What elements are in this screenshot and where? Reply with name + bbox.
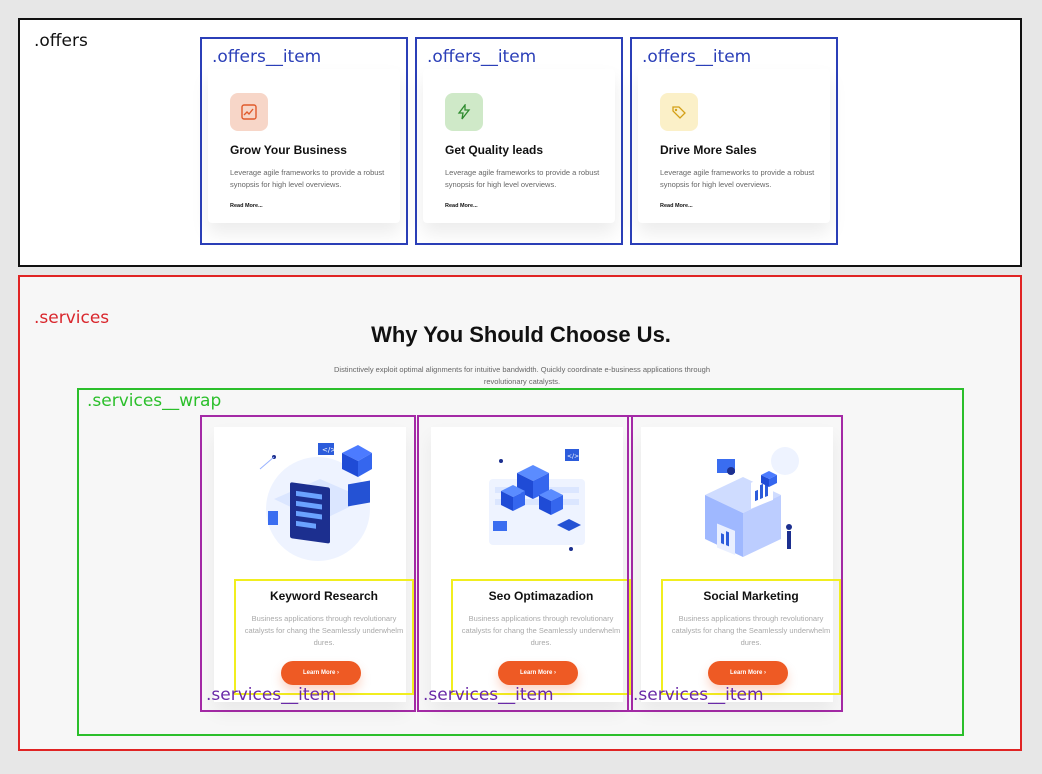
- service-title: Social Marketing: [703, 589, 799, 603]
- offers-item-annotation: .offers__item: [427, 47, 537, 67]
- offers-item: .offers__item Grow Your Business Leverag…: [200, 37, 408, 245]
- offer-title: Grow Your Business: [230, 143, 347, 157]
- seo-illustration: </>: [489, 449, 585, 551]
- services-title: Why You Should Choose Us.: [371, 322, 671, 347]
- offer-title: Drive More Sales: [660, 143, 757, 157]
- svg-text:</>: </>: [322, 446, 336, 454]
- offers-item: .offers__item Drive More Sales Leverage …: [630, 37, 838, 245]
- tag-icon: [660, 93, 698, 131]
- offers-item-annotation: .offers__item: [212, 47, 322, 67]
- service-description: Business applications through revolution…: [244, 614, 404, 647]
- offers-annotation: .offers: [34, 31, 88, 51]
- services-item: </> Seo Optimazadion Business applicatio…: [417, 415, 633, 712]
- services-item-annotation: .services__item: [633, 685, 764, 705]
- service-content: Keyword Research Business applications t…: [234, 579, 414, 695]
- read-more-link[interactable]: Read More...: [660, 203, 693, 209]
- services-item: Social Marketing Business applications t…: [627, 415, 843, 712]
- services-subtitle: Distinctively exploit optimal alignments…: [333, 365, 711, 386]
- service-description: Business applications through revolution…: [671, 614, 831, 647]
- offer-description: Leverage agile frameworks to provide a r…: [230, 168, 385, 189]
- service-description: Business applications through revolution…: [461, 614, 621, 647]
- svg-text:</>: </>: [567, 453, 579, 460]
- service-card-panel: </> Keyword Research Business applicatio…: [214, 427, 414, 702]
- chart-icon: [230, 93, 268, 131]
- offer-description: Leverage agile frameworks to provide a r…: [445, 168, 600, 189]
- read-more-link[interactable]: Read More...: [230, 203, 263, 209]
- learn-more-button[interactable]: Learn More ›: [498, 661, 578, 685]
- services-wrap-annotation: .services__wrap: [87, 391, 222, 411]
- service-title: Keyword Research: [269, 589, 379, 603]
- services-item-annotation: .services__item: [206, 685, 337, 705]
- service-card-panel: </> Seo Optimazadion Business applicatio…: [431, 427, 631, 702]
- read-more-link[interactable]: Read More...: [445, 203, 478, 209]
- learn-more-button[interactable]: Learn More ›: [708, 661, 788, 685]
- offer-description: Leverage agile frameworks to provide a r…: [660, 168, 815, 189]
- offer-title: Get Quality leads: [445, 143, 544, 157]
- service-title: Seo Optimazadion: [488, 589, 594, 603]
- offers-item: .offers__item Get Quality leads Leverage…: [415, 37, 623, 245]
- service-card-panel: Social Marketing Business applications t…: [641, 427, 841, 702]
- services-item-annotation: .services__item: [423, 685, 554, 705]
- service-content: Seo Optimazadion Business applications t…: [451, 579, 631, 695]
- keyword-research-illustration: </>: [259, 443, 372, 561]
- services-item: </> Keyword Research Business applicatio…: [200, 415, 416, 712]
- offers-item-annotation: .offers__item: [642, 47, 752, 67]
- learn-more-button[interactable]: Learn More ›: [281, 661, 361, 685]
- lightning-icon: [445, 93, 483, 131]
- social-marketing-illustration: [705, 447, 799, 557]
- service-content: Social Marketing Business applications t…: [661, 579, 841, 695]
